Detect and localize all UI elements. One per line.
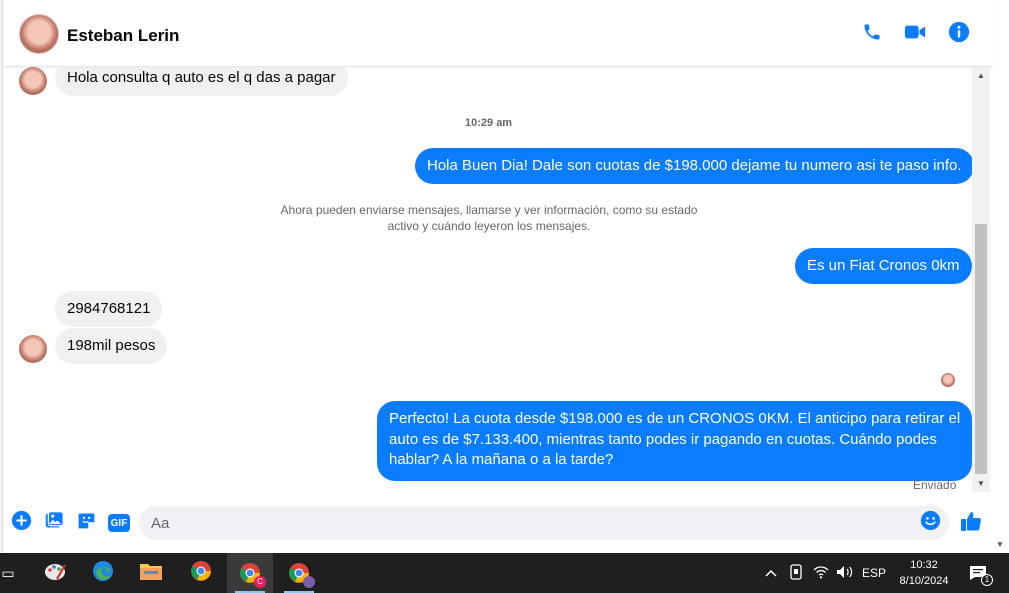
taskbar-edge[interactable] [80, 553, 126, 593]
taskbar-chrome[interactable] [178, 553, 224, 593]
incoming-message[interactable]: 2984768121 [55, 291, 163, 327]
message-line: Perfecto! La cuota desde $198.000 es de … [389, 410, 961, 427]
clock-time: 10:32 [910, 559, 938, 571]
chrome-icon [189, 559, 213, 588]
message-line: hablar? A la mañana o a la tarde? [389, 451, 614, 468]
profile-badge: C [254, 576, 266, 588]
system-notice-line: activo y cuándo leyeron los mensajes. [387, 219, 591, 233]
seen-indicator-avatar [941, 373, 955, 387]
message-input[interactable] [139, 506, 949, 540]
taskbar-chrome-profile-2[interactable] [276, 553, 322, 593]
language-indicator[interactable]: ESP [860, 553, 888, 593]
sticker-button[interactable] [75, 512, 97, 534]
right-edge [992, 0, 1009, 553]
tray-device-button[interactable] [786, 553, 806, 593]
profile-badge-icon [303, 576, 315, 588]
speaker-icon [836, 565, 854, 582]
clock-date: 8/10/2024 [899, 575, 949, 587]
conversation-header: Esteban Lerin [3, 0, 992, 67]
incoming-message[interactable]: Hola consulta q auto es el q das a pagar [55, 67, 348, 96]
sender-avatar[interactable] [19, 67, 47, 95]
scroll-up-arrow[interactable]: ▲ [972, 67, 990, 83]
notification-count: 1 [981, 574, 993, 586]
outgoing-message[interactable]: Es un Fiat Cronos 0km [795, 248, 972, 284]
taskbar-paint[interactable] [32, 553, 78, 593]
gif-label: GIF [110, 517, 128, 529]
message-thread: Hola consulta q auto es el q das a pagar… [3, 67, 972, 492]
like-icon [959, 509, 983, 538]
message-timestamp: 10:29 am [465, 117, 513, 129]
phone-icon [862, 22, 882, 47]
scroll-down-arrow[interactable]: ▼ [972, 475, 990, 491]
system-notice-line: Ahora pueden enviarse mensajes, llamarse… [280, 203, 698, 217]
gif-button[interactable]: GIF [107, 512, 131, 534]
windows-taskbar: ⋮▭ C [0, 553, 1009, 593]
message-line: auto es de $7.133.400, mientras tanto po… [389, 430, 937, 448]
device-icon [789, 563, 803, 583]
system-notice: Ahora pueden enviarse mensajes, llamarse… [269, 202, 709, 234]
paint-icon [43, 559, 67, 588]
conversation-info-button[interactable] [947, 21, 971, 48]
outgoing-message[interactable]: Hola Buen Dia! Dale son cuotas de $198.0… [415, 148, 972, 184]
contact-name[interactable]: Esteban Lerin [67, 26, 179, 46]
emoji-icon [920, 510, 941, 536]
task-view-button[interactable]: ⋮▭ [0, 553, 16, 593]
contact-avatar[interactable] [19, 14, 59, 54]
notification-center-button[interactable]: 1 [964, 553, 993, 593]
chevron-up-icon [765, 566, 777, 580]
composer-bar: GIF [3, 500, 992, 546]
system-clock[interactable]: 10:32 8/10/2024 [890, 557, 958, 589]
thread-scrollbar[interactable]: ▲ ▼ [972, 67, 990, 492]
gif-icon: GIF [108, 514, 130, 532]
scroll-thumb[interactable] [975, 224, 987, 474]
emoji-button[interactable] [919, 510, 941, 536]
task-view-icon: ⋮▭ [0, 564, 15, 581]
video-icon [904, 22, 926, 47]
taskbar-file-explorer[interactable] [128, 553, 174, 593]
network-button[interactable] [810, 553, 832, 593]
image-icon [44, 510, 65, 536]
attach-image-button[interactable] [43, 510, 65, 536]
chrome-profile-2-icon [287, 561, 315, 588]
send-like-button[interactable] [958, 510, 984, 536]
notification-icon: 1 [969, 565, 993, 586]
page-scroll-down-arrow[interactable]: ▼ [991, 536, 1009, 552]
wifi-icon [813, 565, 829, 582]
video-call-button[interactable] [903, 22, 927, 46]
show-hidden-icons-button[interactable] [762, 553, 780, 593]
volume-button[interactable] [834, 553, 856, 593]
info-icon [948, 21, 970, 48]
edge-icon [91, 559, 115, 588]
sticker-icon [76, 510, 97, 536]
message-status: Enviado [913, 478, 957, 492]
outgoing-message[interactable]: Perfecto! La cuota desde $198.000 es de … [377, 401, 972, 481]
incoming-message[interactable]: 198mil pesos [55, 328, 168, 364]
plus-icon [11, 510, 32, 536]
taskbar-chrome-profile-c[interactable]: C [227, 553, 273, 593]
phone-call-button[interactable] [860, 22, 884, 46]
more-actions-button[interactable] [10, 510, 32, 536]
file-explorer-icon [139, 560, 163, 587]
messenger-window: Esteban Lerin Hola consulta q auto es el… [0, 0, 1009, 593]
sender-avatar[interactable] [19, 335, 47, 363]
chrome-profile-c-icon: C [238, 561, 266, 588]
